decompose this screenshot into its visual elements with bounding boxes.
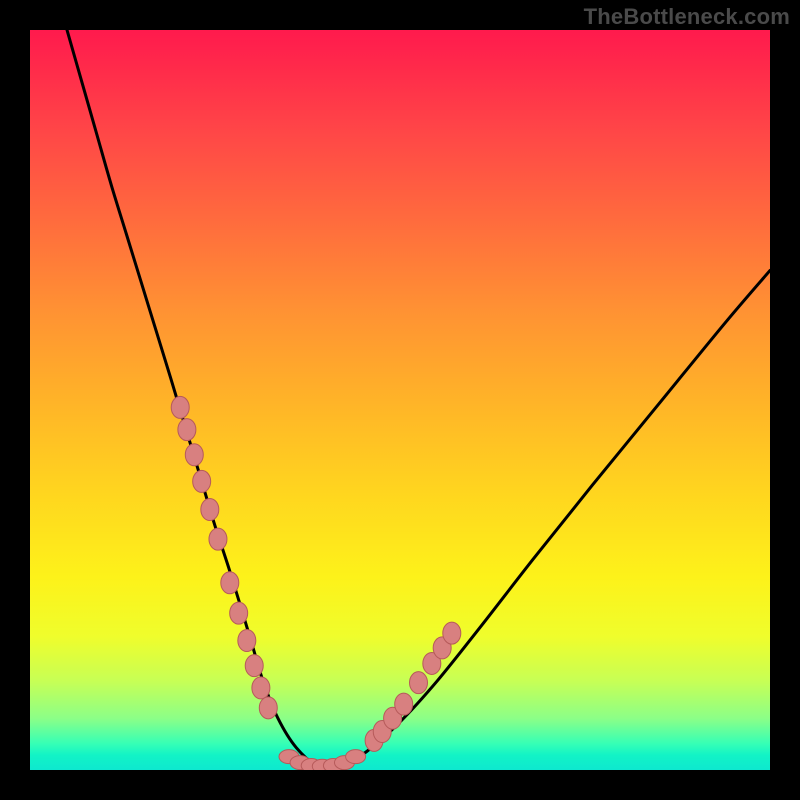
watermark-label: TheBottleneck.com bbox=[584, 4, 790, 30]
marker-right-7 bbox=[443, 622, 461, 644]
marker-right-3 bbox=[395, 693, 413, 715]
marker-left-1 bbox=[178, 419, 196, 441]
marker-left-0 bbox=[171, 396, 189, 418]
marker-left-6 bbox=[221, 572, 239, 594]
chart-svg bbox=[30, 30, 770, 770]
plot-area bbox=[30, 30, 770, 770]
marker-left-2 bbox=[185, 444, 203, 466]
marker-left-3 bbox=[193, 470, 211, 492]
marker-left-4 bbox=[201, 499, 219, 521]
data-markers bbox=[171, 396, 461, 770]
marker-left-11 bbox=[259, 697, 277, 719]
bottleneck-curve bbox=[67, 30, 770, 768]
marker-left-9 bbox=[245, 655, 263, 677]
marker-left-10 bbox=[252, 677, 270, 699]
chart-frame: TheBottleneck.com bbox=[0, 0, 800, 800]
marker-left-5 bbox=[209, 528, 227, 550]
marker-bottom-6 bbox=[346, 750, 366, 764]
marker-left-7 bbox=[230, 602, 248, 624]
marker-right-4 bbox=[410, 672, 428, 694]
marker-left-8 bbox=[238, 630, 256, 652]
